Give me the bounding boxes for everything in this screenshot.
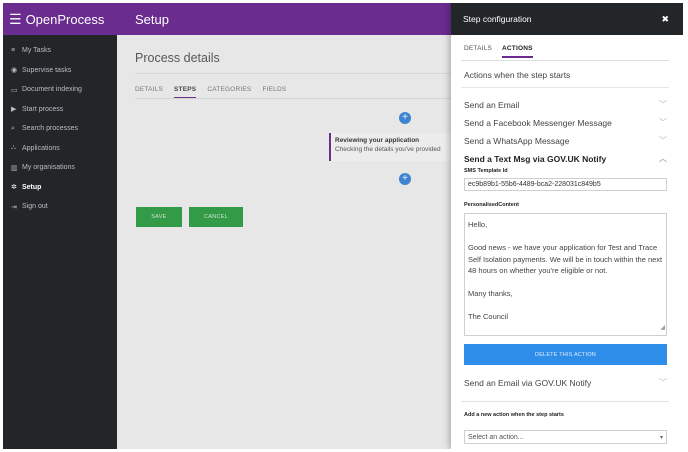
modal-backdrop[interactable] xyxy=(117,35,451,449)
sidebar-item-label: Document indexing xyxy=(22,86,82,94)
sidebar-item-supervise-tasks[interactable]: ◉ Supervise tasks xyxy=(3,61,117,81)
personalised-content-field[interactable]: Hello, Good news - we have your applicat… xyxy=(464,213,667,336)
play-icon: ▶ xyxy=(11,106,17,114)
action-send-email-notify[interactable]: Send an Email via GOV.UK Notify ﹀ xyxy=(464,377,667,388)
sidebar-item-label: Applications xyxy=(22,144,60,152)
sidebar-item-applications[interactable]: ⛬ Applications xyxy=(3,139,117,159)
sidebar-item-label: My organisations xyxy=(22,164,75,172)
chevron-down-icon: ▾ xyxy=(659,434,663,441)
close-icon[interactable]: ✖ xyxy=(661,14,669,25)
sidebar-item-label: Sign out xyxy=(22,203,48,211)
eye-icon: ◉ xyxy=(11,67,18,75)
sidebar-item-my-tasks[interactable]: ≡ My Tasks xyxy=(3,41,117,61)
delete-action-button[interactable]: DELETE THIS ACTION xyxy=(464,344,667,365)
page-title: Setup xyxy=(135,11,169,27)
list-icon: ≡ xyxy=(11,47,16,55)
chevron-down-icon: ﹀ xyxy=(659,100,667,109)
app-window: ☰ OpenProcess ≡ My Tasks ◉ Supervise tas… xyxy=(3,3,683,449)
action-select-value: Select an action... xyxy=(468,433,524,441)
divider xyxy=(461,87,669,88)
inbox-icon: ▭ xyxy=(11,86,18,94)
sidebar-item-label: Setup xyxy=(22,183,42,191)
personalised-content-label: PersonalisedContent xyxy=(464,202,520,208)
actions-section-title: Actions when the step starts xyxy=(464,70,571,80)
sidebar-item-start-process[interactable]: ▶ Start process xyxy=(3,100,117,120)
drawer-header: Step configuration ✖ xyxy=(451,3,683,35)
add-action-label: Add a new action when the step starts xyxy=(464,412,564,418)
chevron-down-icon: ﹀ xyxy=(659,118,667,127)
sidebar-item-search-processes[interactable]: ⌕ Search processes xyxy=(3,119,117,139)
sidebar: ☰ OpenProcess ≡ My Tasks ◉ Supervise tas… xyxy=(3,3,117,449)
sidebar-item-document-indexing[interactable]: ▭ Document indexing xyxy=(3,80,117,100)
action-label: Send a WhatsApp Message xyxy=(464,135,570,146)
action-send-whatsapp-message[interactable]: Send a WhatsApp Message ﹀ xyxy=(464,135,667,146)
action-label: Send a Facebook Messenger Message xyxy=(464,117,612,128)
divider xyxy=(461,401,669,402)
drawer-tabs: DETAILS ACTIONS xyxy=(464,45,543,58)
drawer-title: Step configuration xyxy=(463,14,532,24)
sms-template-label: SMS Template Id xyxy=(464,168,508,174)
divider xyxy=(461,60,669,61)
action-send-text-msg-notify[interactable]: Send a Text Msg via GOV.UK Notify ︿ xyxy=(464,153,667,164)
hamburger-icon[interactable]: ☰ xyxy=(9,11,22,28)
brand-bar: ☰ OpenProcess xyxy=(3,3,117,35)
chevron-down-icon: ﹀ xyxy=(659,378,667,387)
tab-actions[interactable]: ACTIONS xyxy=(502,45,533,58)
sidebar-item-label: Search processes xyxy=(22,125,79,133)
step-configuration-drawer: Step configuration ✖ DETAILS ACTIONS Act… xyxy=(451,3,683,449)
chevron-down-icon: ﹀ xyxy=(659,136,667,145)
sidebar-item-sign-out[interactable]: ⇥ Sign out xyxy=(3,197,117,217)
action-label: Send an Email via GOV.UK Notify xyxy=(464,377,592,388)
sms-template-field[interactable]: ec9b89b1-55b6-4489-bca2-228031c849b5 xyxy=(464,178,667,191)
sidebar-item-label: Supervise tasks xyxy=(22,66,72,74)
building-icon: ▥ xyxy=(11,164,18,172)
sidebar-nav: ≡ My Tasks ◉ Supervise tasks ▭ Document … xyxy=(3,35,117,217)
sign-out-icon: ⇥ xyxy=(11,203,17,211)
gear-icon: ✲ xyxy=(11,184,17,192)
search-icon: ⌕ xyxy=(11,124,15,132)
action-select[interactable]: Select an action... ▾ xyxy=(464,430,667,444)
action-label: Send an Email xyxy=(464,99,520,110)
action-send-email[interactable]: Send an Email ﹀ xyxy=(464,99,667,110)
personalised-content-text: Hello, Good news - we have your applicat… xyxy=(468,220,663,321)
resize-handle-icon[interactable]: ◢ xyxy=(660,323,665,335)
sitemap-icon: ⛬ xyxy=(11,144,16,152)
action-label: Send a Text Msg via GOV.UK Notify xyxy=(464,153,607,164)
action-send-facebook-message[interactable]: Send a Facebook Messenger Message ﹀ xyxy=(464,117,667,128)
tab-details[interactable]: DETAILS xyxy=(464,45,492,58)
sidebar-item-setup[interactable]: ✲ Setup xyxy=(3,178,117,198)
sidebar-item-label: My Tasks xyxy=(22,47,52,55)
app-name: OpenProcess xyxy=(25,11,105,27)
sidebar-item-label: Start process xyxy=(22,105,64,113)
sidebar-item-my-organisations[interactable]: ▥ My organisations xyxy=(3,158,117,178)
chevron-up-icon: ︿ xyxy=(659,154,667,163)
